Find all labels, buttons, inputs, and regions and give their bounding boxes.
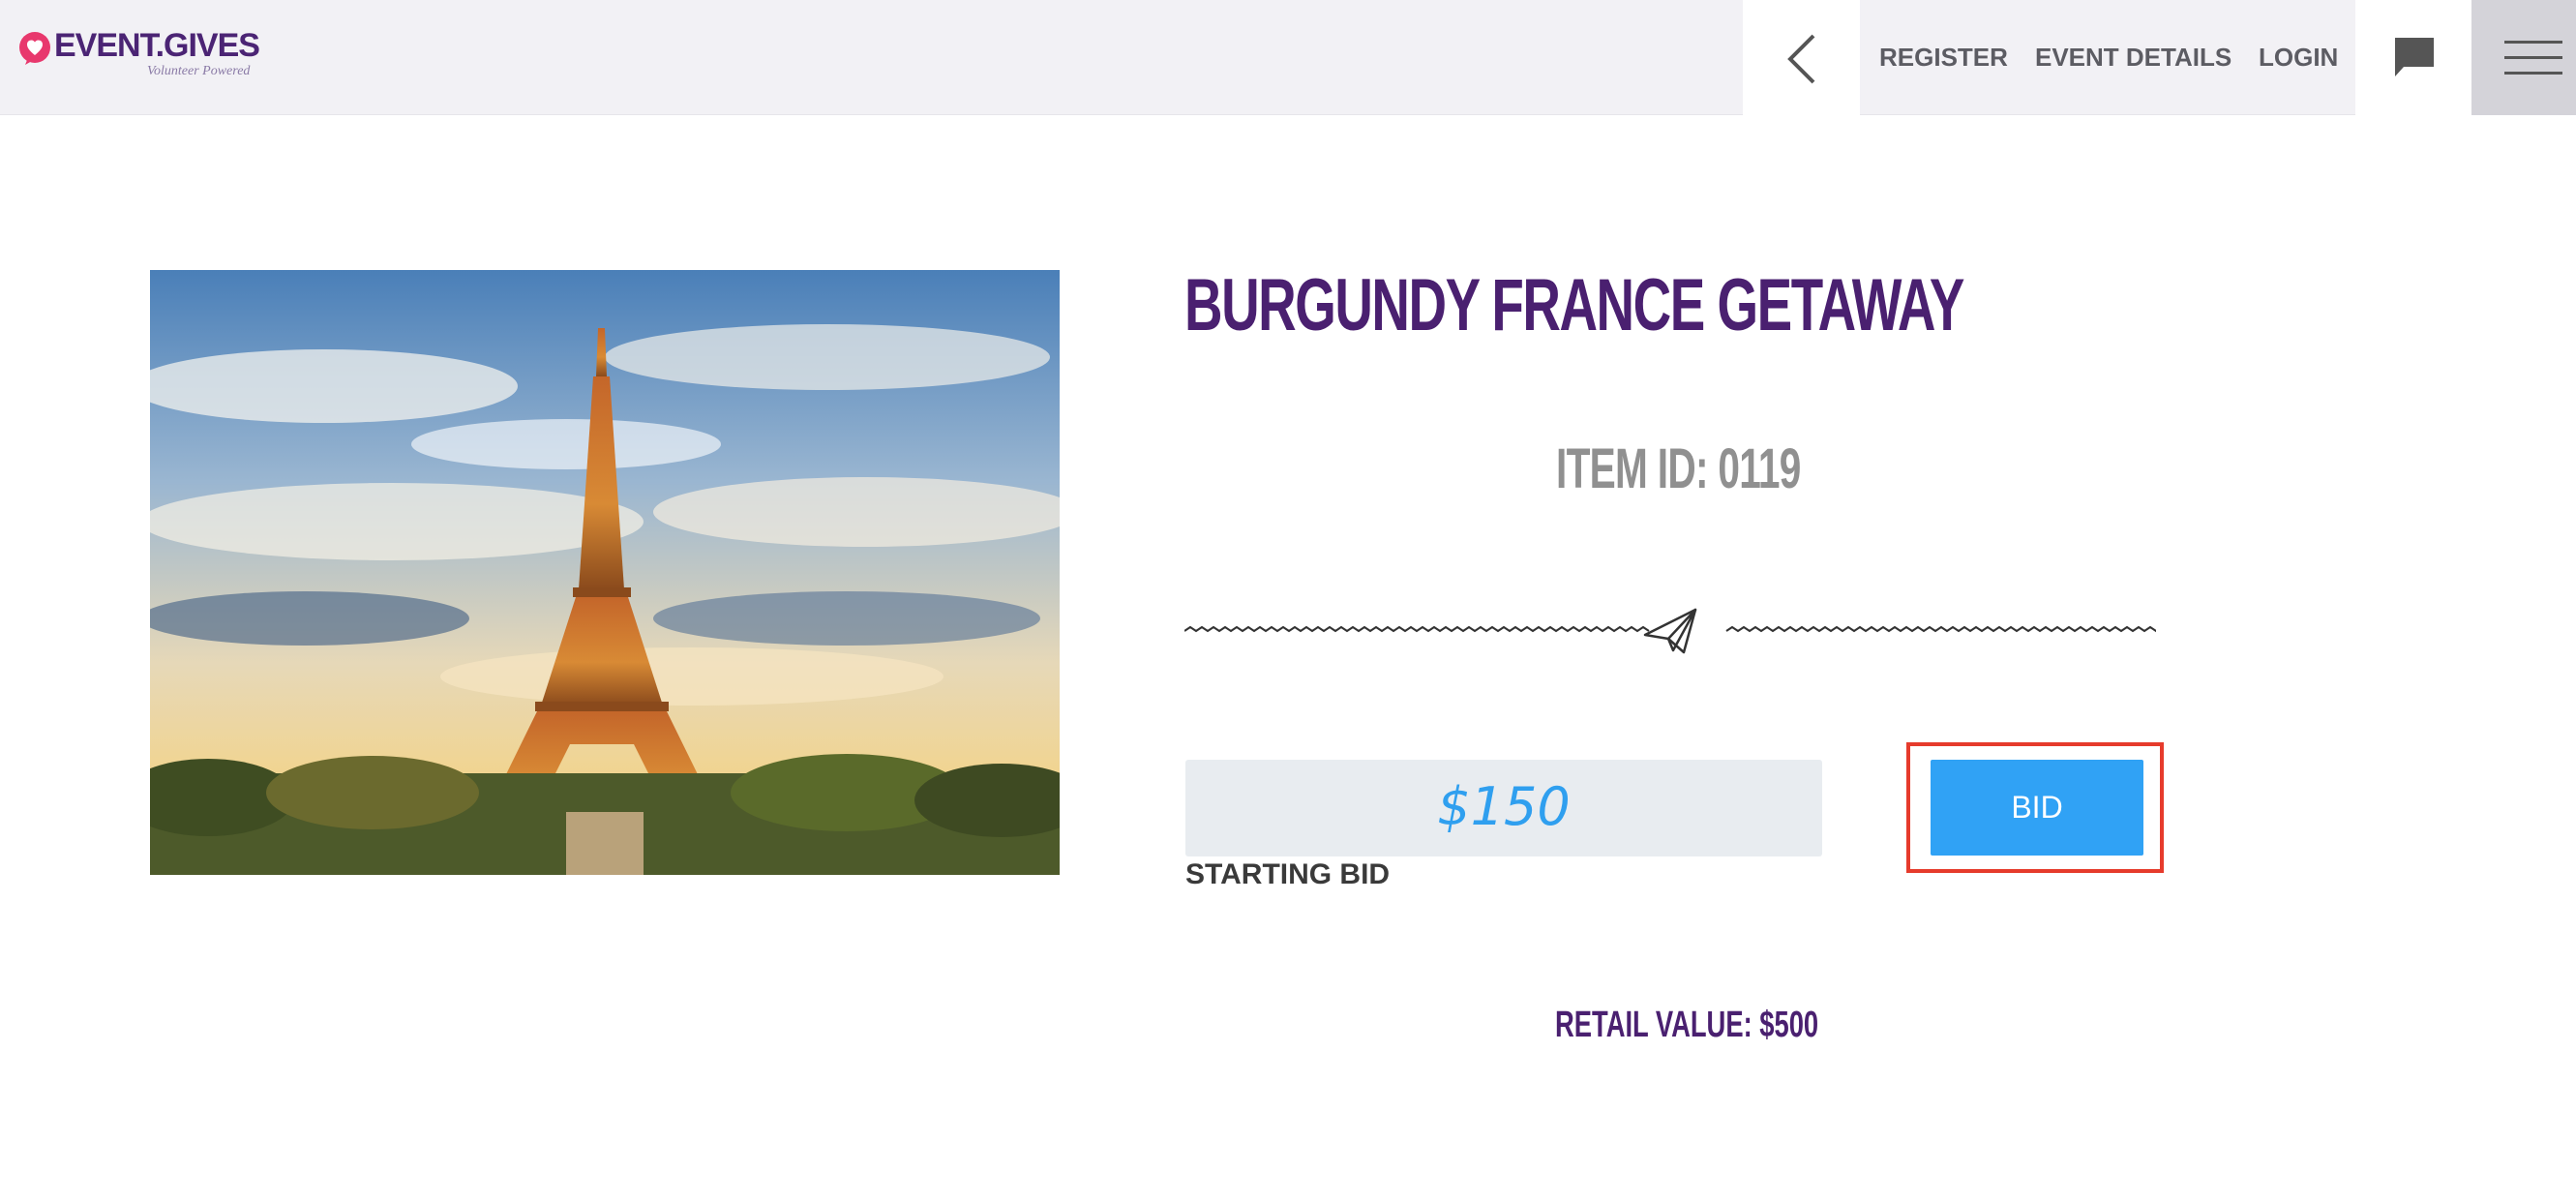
back-button[interactable] [1743, 0, 1860, 115]
logo-text: EVENT.GIVES [54, 27, 260, 64]
hamburger-menu-button[interactable] [2471, 0, 2576, 115]
paper-plane-icon [1643, 608, 1697, 654]
item-id: ITEM ID: 0119 [1556, 437, 1801, 500]
bid-button[interactable]: BID [1931, 760, 2143, 856]
event-gives-logo[interactable]: EVENT.GIVES Volunteer Powered [17, 27, 260, 81]
item-title: BURGUNDY FRANCE GETAWAY [1184, 264, 1964, 346]
nav-event-details-link[interactable]: EVENT DETAILS [2035, 43, 2232, 73]
hamburger-menu-icon [2504, 41, 2562, 75]
retail-value: RETAIL VALUE: $500 [1555, 1005, 1819, 1045]
item-photo-eiffel-tower [150, 270, 1060, 875]
starting-bid-label: STARTING BID [1185, 858, 1391, 890]
starting-bid-display: $150 [1185, 760, 1822, 856]
top-navigation-bar: EVENT.GIVES Volunteer Powered REGISTER E… [0, 0, 2576, 115]
heart-bubble-icon [19, 32, 50, 65]
starting-bid-amount: $150 [1437, 776, 1571, 837]
nav-login-link[interactable]: LOGIN [2259, 43, 2338, 73]
chat-button[interactable] [2355, 0, 2471, 115]
wavy-divider [1184, 608, 2156, 654]
chat-bubble-icon [2395, 38, 2434, 76]
logo-tagline: Volunteer Powered [147, 64, 251, 78]
chevron-left-icon [1787, 34, 1815, 84]
nav-register-link[interactable]: REGISTER [1879, 43, 2008, 73]
